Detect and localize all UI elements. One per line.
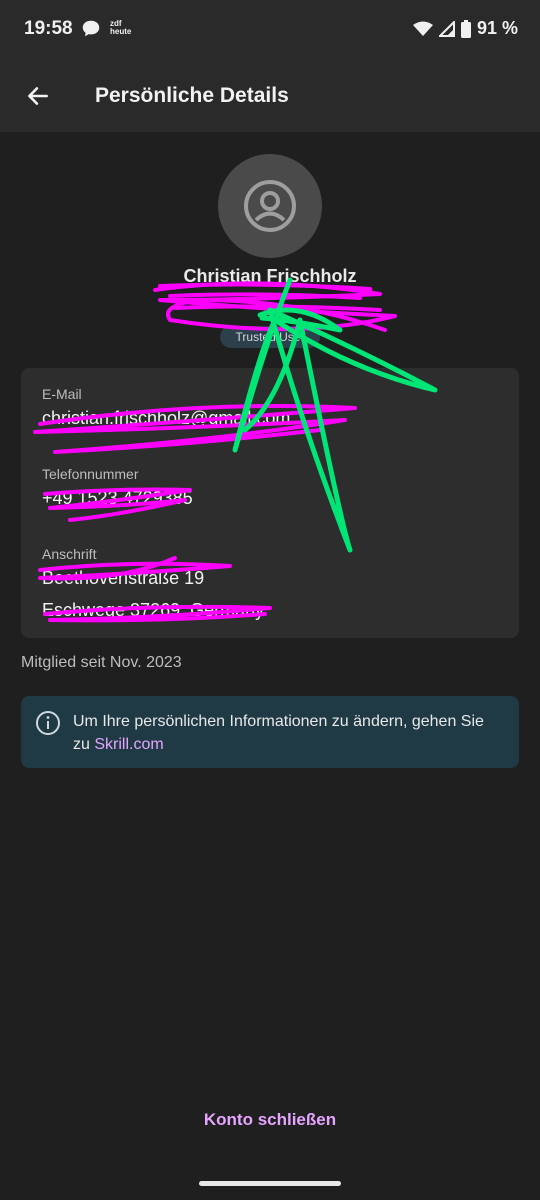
info-text: Um Ihre persönlichen Informationen zu än… (73, 710, 503, 756)
info-box: Um Ihre persönlichen Informationen zu än… (21, 696, 519, 768)
email-value: christian.frischholz@gmail.com (42, 408, 291, 428)
email-label: E-Mail (42, 386, 82, 402)
details-card: E-Mail christian.frischholz@gmail.com Te… (21, 368, 519, 638)
battery-percent: 91 % (476, 18, 518, 38)
skrill-link[interactable]: Skrill.com (94, 736, 163, 753)
info-icon (36, 711, 60, 735)
user-circle-icon (244, 180, 296, 232)
page-title: Persönliche Details (95, 84, 289, 107)
status-badge: Trusted User (220, 326, 320, 348)
signal-icon (438, 20, 455, 37)
member-since: Mitglied seit Nov. 2023 (21, 654, 182, 671)
phone-label: Telefonnummer (42, 466, 139, 482)
arrow-left-icon[interactable] (25, 83, 51, 109)
phone-value: +49 1523 4729385 (42, 488, 193, 508)
back-button[interactable] (16, 74, 60, 118)
status-time: 19:58 (24, 18, 73, 39)
address-label: Anschrift (42, 546, 97, 562)
app-bar: Persönliche Details (0, 60, 540, 132)
address-line1: Beethovenstraße 19 (42, 568, 205, 588)
profile-name: Christian Frischholz (183, 266, 357, 286)
close-account-button[interactable]: Konto schließen (0, 1110, 540, 1130)
home-indicator[interactable] (199, 1181, 341, 1186)
battery-icon (460, 19, 471, 38)
status-bar: 19:58 zdf heute 91 % (0, 0, 540, 60)
address-line2: Eschwege 37269, Germany (42, 600, 265, 620)
status-right: 91 % (412, 18, 518, 39)
zdf-heute-icon: zdf heute (110, 19, 132, 36)
avatar (218, 154, 322, 258)
wifi-icon (412, 21, 433, 36)
chat-bubble-icon (82, 20, 100, 37)
